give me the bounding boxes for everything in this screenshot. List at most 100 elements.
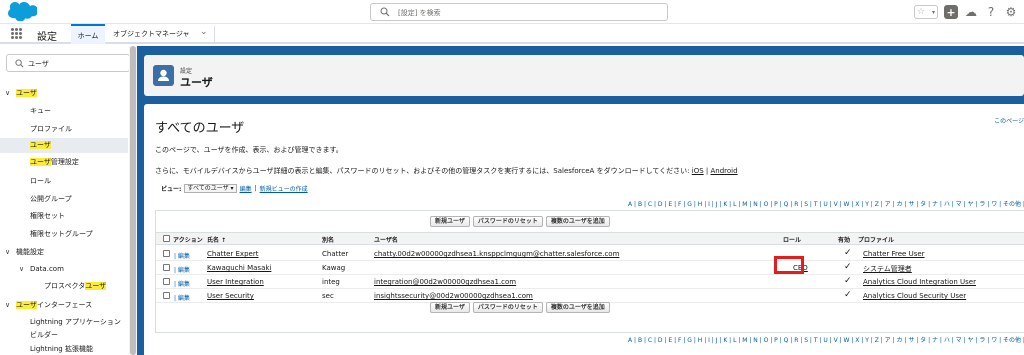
sidebar-item[interactable]: ロール [0,174,128,189]
view-select[interactable]: すべてのユーザ ▾ [184,184,237,193]
view-label: ビュー: [161,186,182,193]
select-all-checkbox[interactable] [163,235,170,242]
app-launcher-icon[interactable] [11,28,22,39]
alphabet-filter[interactable]: A | B | C | D | E | F | G | H | I | J | … [628,199,1024,208]
profile-link[interactable]: Chatter Free User [863,250,925,258]
search-highlight: ユーザ [16,301,37,309]
table-buttons-top: 新規ユーザ パスワードのリセット 複数のユーザを追加 [430,216,690,227]
salesforce-cloud-logo[interactable] [7,2,37,21]
chevron-down-icon[interactable]: ∨ [5,298,10,313]
sidebar-item[interactable]: プロスペクタユーザ [0,279,128,294]
page-header: 設定 ユーザ [144,55,1024,96]
active-check-icon: ✓ [844,262,852,272]
header-name[interactable]: 氏名 ↑ [207,235,226,244]
section-title: すべてのユーザ [155,121,245,136]
user-name-link[interactable]: Kawaguchi Masaki [207,264,271,272]
edit-link[interactable]: | 編集 [174,265,190,274]
main-content: 設定 ユーザ すべてのユーザ このページ このページで、ユーザを作成、表示、およ… [137,46,1024,355]
search-placeholder: [設定] を検索 [398,9,441,17]
gear-icon[interactable]: ⚙ [1004,5,1018,19]
tab-home[interactable]: ホーム [71,24,105,44]
header-username[interactable]: ユーザ名 [374,235,398,244]
ios-link[interactable]: iOS [692,167,704,175]
sidebar-item-label: キュー [30,107,51,115]
add-multiple-users-button[interactable]: 複数のユーザを追加 [545,216,610,227]
mobile-text: さらに、モバイルデバイスからユーザ詳細の表示と編集、パスワードのリセット、および… [155,166,738,176]
new-user-button[interactable]: 新規ユーザ [430,216,470,227]
app-navbar: 設定 ホーム オブジェクトマネージャ ⌄ [0,24,1024,44]
chevron-down-icon[interactable]: ⌄ [200,27,208,37]
annotation-highlight-box [774,256,804,274]
view-select-value: すべてのユーザ [187,185,229,192]
edit-link[interactable]: | 編集 [174,251,190,260]
edit-view-link[interactable]: 編集 [240,184,252,193]
chevron-down-icon[interactable]: ∨ [5,245,10,260]
users-panel: すべてのユーザ このページ このページで、ユーザを作成、表示、および管理できます… [144,104,1024,355]
search-highlight: ユーザ [16,89,37,97]
search-highlight: ユーザ [30,141,51,149]
row-checkbox[interactable] [163,264,170,271]
description-text: このページで、ユーザを作成、表示、および管理できます。 [155,146,343,154]
user-name-link[interactable]: User Integration [207,278,264,286]
help-link[interactable]: このページ [994,116,1024,125]
username-link[interactable]: insightssecurity@00d2w00000gzdhsea1.com [374,292,533,300]
mobile-text-body: さらに、モバイルデバイスからユーザ詳細の表示と編集、パスワードのリセット、および… [155,167,690,175]
active-check-icon: ✓ [844,290,852,300]
sidebar-item[interactable]: ∨ ユーザ [0,86,128,101]
sidebar-item[interactable]: Lightning 拡張機能 [0,344,128,355]
chevron-down-icon[interactable]: ∨ [5,86,10,101]
trailhead-icon[interactable]: ☁ [964,5,978,19]
user-name-link[interactable]: Chatter Expert [207,250,258,258]
user-alias: Kawag [322,264,346,272]
username-link[interactable]: integration@00d2w00000gzdhsea1.com [374,278,516,286]
sidebar-item[interactable]: 公開グループ [0,192,128,207]
quick-find-input[interactable]: ユーザ [6,54,130,72]
chevron-down-icon[interactable]: ∨ [19,262,24,277]
create-view-link[interactable]: 新規ビューの作成 [260,184,308,193]
user-name-link[interactable]: User Security [207,292,254,300]
table-row: | 編集 Chatter Expert Chatter chatty.00d2w000… [156,247,1024,261]
profile-link[interactable]: システム管理者 [863,264,912,274]
alphabet-filter-bottom[interactable]: A | B | C | D | E | F | G | H | I | J | … [628,335,1024,344]
header-active[interactable]: 有効 [838,235,850,244]
sidebar-item[interactable]: ユーザ管理設定 [0,155,128,170]
user-icon [153,65,174,86]
help-icon[interactable]: ? [984,5,998,19]
header-alias[interactable]: 別名 [322,235,334,244]
new-user-button[interactable]: 新規ユーザ [430,302,470,313]
row-checkbox[interactable] [163,250,170,257]
sidebar-item[interactable]: ∨ ユーザインターフェース [0,298,128,313]
reset-password-button[interactable]: パスワードのリセット [472,302,543,313]
sidebar-scroll-thumb[interactable] [130,46,136,355]
favorites-button[interactable]: ☆ ▾ [914,5,938,19]
profile-link[interactable]: Analytics Cloud Security User [863,292,966,300]
header-role[interactable]: ロール [783,235,801,244]
sidebar-item-label: Data.com [30,265,64,273]
username-link[interactable]: chatty.00d2w00000gzdhsea1.knsppclmgugm@c… [374,250,619,258]
global-actions-plus-icon[interactable]: + [944,5,958,19]
sidebar-item[interactable]: ∨ 機能設定 [0,245,128,260]
setup-sidebar: ユーザ ∨ ユーザ キュー プロファイル ユーザ ユーザ管理設定 ロール 公開グループ 権限セッ… [0,46,137,355]
add-multiple-users-button[interactable]: 複数のユーザを追加 [545,302,610,313]
android-link[interactable]: Android [710,167,737,175]
tab-object-manager[interactable]: オブジェクトマネージャ [113,29,190,39]
sidebar-item[interactable]: ユーザ [0,138,128,153]
sidebar-item-label: プロスペクタユーザ [44,282,107,290]
sidebar-item[interactable]: 権限セット [0,209,128,224]
edit-link[interactable]: | 編集 [174,279,190,288]
reset-password-button[interactable]: パスワードのリセット [472,216,543,227]
sidebar-item[interactable]: プロファイル [0,122,128,137]
edit-link[interactable]: | 編集 [174,293,190,302]
row-checkbox[interactable] [163,292,170,299]
row-checkbox[interactable] [163,278,170,285]
sidebar-item[interactable]: Lightning アプリケーションビルダー [0,316,128,342]
sidebar-item-label: ユーザ [16,86,37,101]
sidebar-item[interactable]: キュー [0,104,128,119]
search-highlight: ユーザ [85,282,107,290]
search-icon [380,7,390,17]
profile-link[interactable]: Analytics Cloud Integration User [863,278,976,286]
sidebar-item[interactable]: 権限セットグループ [0,227,128,242]
header-profile[interactable]: プロファイル [858,235,894,244]
global-search-input[interactable]: [設定] を検索 [370,3,668,21]
sidebar-item[interactable]: ∨ Data.com [0,262,128,277]
